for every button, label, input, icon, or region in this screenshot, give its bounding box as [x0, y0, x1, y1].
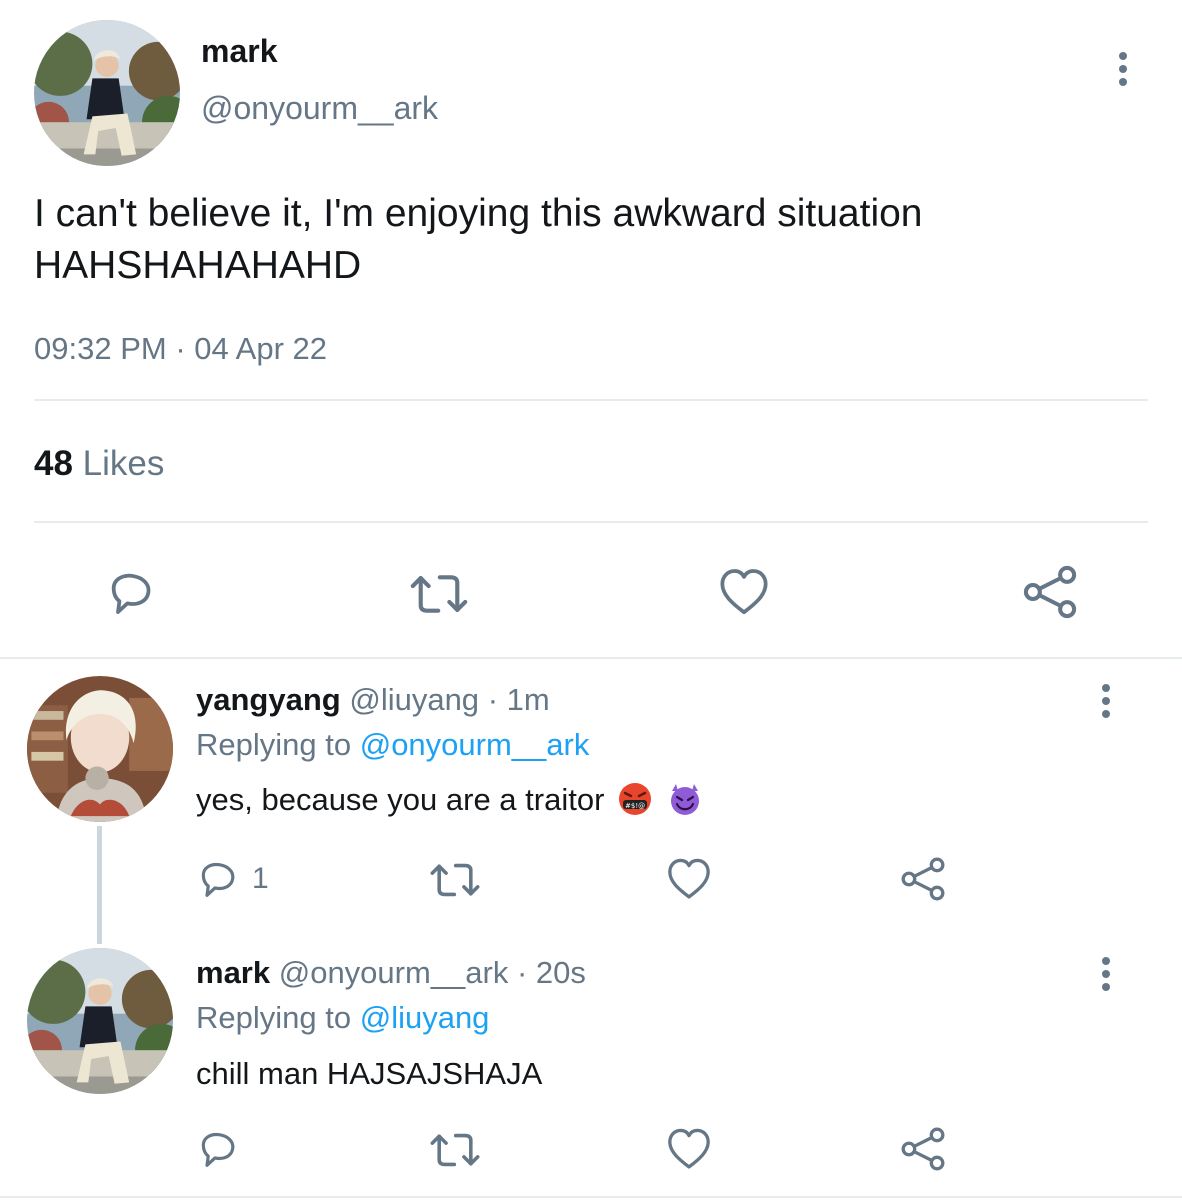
reply-header: yangyang @liuyang · 1m: [196, 682, 550, 718]
timestamp-separator: ·: [175, 331, 186, 366]
reply-text: chill man HAJSAJSHAJA: [196, 1056, 543, 1091]
more-options-icon[interactable]: [1099, 684, 1113, 723]
bottom-divider: [0, 1196, 1182, 1198]
reply-icon[interactable]: [196, 858, 240, 902]
author-handle[interactable]: @onyourm__ark: [201, 90, 438, 127]
replying-to: Replying to @liuyang: [196, 1000, 489, 1036]
reply-header: mark @onyourm__ark · 20s: [196, 955, 586, 991]
reply-avatar[interactable]: [27, 676, 173, 822]
reply-author-handle[interactable]: @liuyang: [349, 682, 479, 717]
reply-icon[interactable]: [196, 1128, 240, 1172]
like-icon[interactable]: [666, 1126, 712, 1172]
likes-label: Likes: [82, 444, 165, 483]
replying-to-handle[interactable]: @liuyang: [360, 1000, 490, 1035]
share-icon[interactable]: [900, 1126, 946, 1172]
reply-age: · 20s: [516, 955, 586, 990]
reply-author-handle[interactable]: @onyourm__ark: [279, 955, 509, 990]
reply-avatar[interactable]: [27, 948, 173, 1094]
author-avatar[interactable]: [34, 20, 180, 166]
share-icon[interactable]: [900, 856, 946, 902]
reply-author-name[interactable]: mark: [196, 955, 270, 990]
reply-count: 1: [252, 862, 269, 895]
smiling-face-with-horns-emoji: [666, 782, 704, 824]
like-icon[interactable]: [666, 856, 712, 902]
tweet-date[interactable]: 04 Apr 22: [194, 331, 327, 366]
replying-to-prefix: Replying to: [196, 727, 352, 762]
reply-age: · 1m: [487, 682, 550, 717]
section-divider: [0, 657, 1182, 659]
reply-text: yes, because you are a traitor #$!@: [196, 782, 704, 824]
thread-line: [97, 826, 102, 944]
divider: [34, 399, 1148, 401]
more-options-icon[interactable]: [1116, 52, 1130, 91]
reply-text-content: yes, because you are a traitor: [196, 782, 605, 817]
like-icon[interactable]: [717, 566, 771, 618]
retweet-icon[interactable]: [408, 568, 470, 620]
divider: [34, 521, 1148, 523]
tweet-text-line-1: I can't believe it, I'm enjoying this aw…: [34, 192, 923, 235]
replying-to: Replying to @onyourm__ark: [196, 727, 589, 763]
tweet-timestamp: 09:32 PM · 04 Apr 22: [34, 331, 327, 367]
author-name[interactable]: mark: [201, 33, 278, 70]
svg-text:#$!@: #$!@: [625, 802, 645, 810]
face-with-symbols-on-mouth-emoji: #$!@: [617, 782, 657, 824]
reply-icon[interactable]: [105, 568, 157, 620]
retweet-icon[interactable]: [428, 858, 482, 902]
reply-author-name[interactable]: yangyang: [196, 682, 341, 717]
replying-to-handle[interactable]: @onyourm__ark: [360, 727, 590, 762]
retweet-icon[interactable]: [428, 1128, 482, 1172]
share-icon[interactable]: [1022, 564, 1078, 620]
more-options-icon[interactable]: [1099, 957, 1113, 996]
tweet-time: 09:32 PM: [34, 331, 167, 366]
replying-to-prefix: Replying to: [196, 1000, 352, 1035]
likes-count: 48: [34, 444, 73, 483]
tweet-text-line-2: HAHSHAHAHAHD: [34, 244, 362, 287]
likes-stat[interactable]: 48 Likes: [34, 444, 164, 484]
